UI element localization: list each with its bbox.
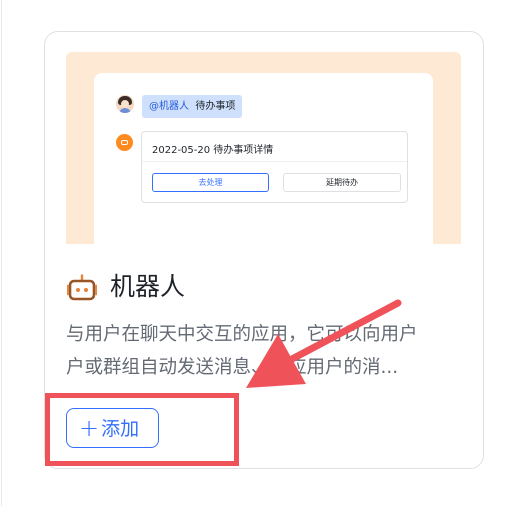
left-divider bbox=[1, 0, 2, 506]
message-card-title: 2022-05-20 待办事项详情 bbox=[152, 145, 274, 156]
mention-prefix: @机器人 bbox=[149, 101, 189, 112]
card-title: 机器人 bbox=[110, 272, 186, 301]
card-preview-image: @机器人 待办事项 2022-05-20 待办事项详情 去处理 延期待办 bbox=[66, 52, 461, 244]
chat-preview-panel: @机器人 待办事项 2022-05-20 待办事项详情 去处理 延期待办 bbox=[94, 73, 433, 244]
preview-postpone-button: 延期待办 bbox=[283, 173, 401, 192]
message-card-divider bbox=[142, 161, 407, 162]
user-avatar bbox=[116, 95, 134, 113]
mention-bubble: @机器人 待办事项 bbox=[142, 95, 243, 118]
preview-handle-button: 去处理 bbox=[152, 173, 269, 192]
bot-avatar-icon bbox=[116, 134, 133, 151]
message-card: 2022-05-20 待办事项详情 去处理 延期待办 bbox=[141, 131, 408, 203]
mention-text: 待办事项 bbox=[195, 101, 236, 112]
highlight-annotation-box bbox=[45, 393, 239, 466]
robot-icon bbox=[67, 274, 97, 301]
annotation-arrow-icon bbox=[246, 299, 402, 388]
